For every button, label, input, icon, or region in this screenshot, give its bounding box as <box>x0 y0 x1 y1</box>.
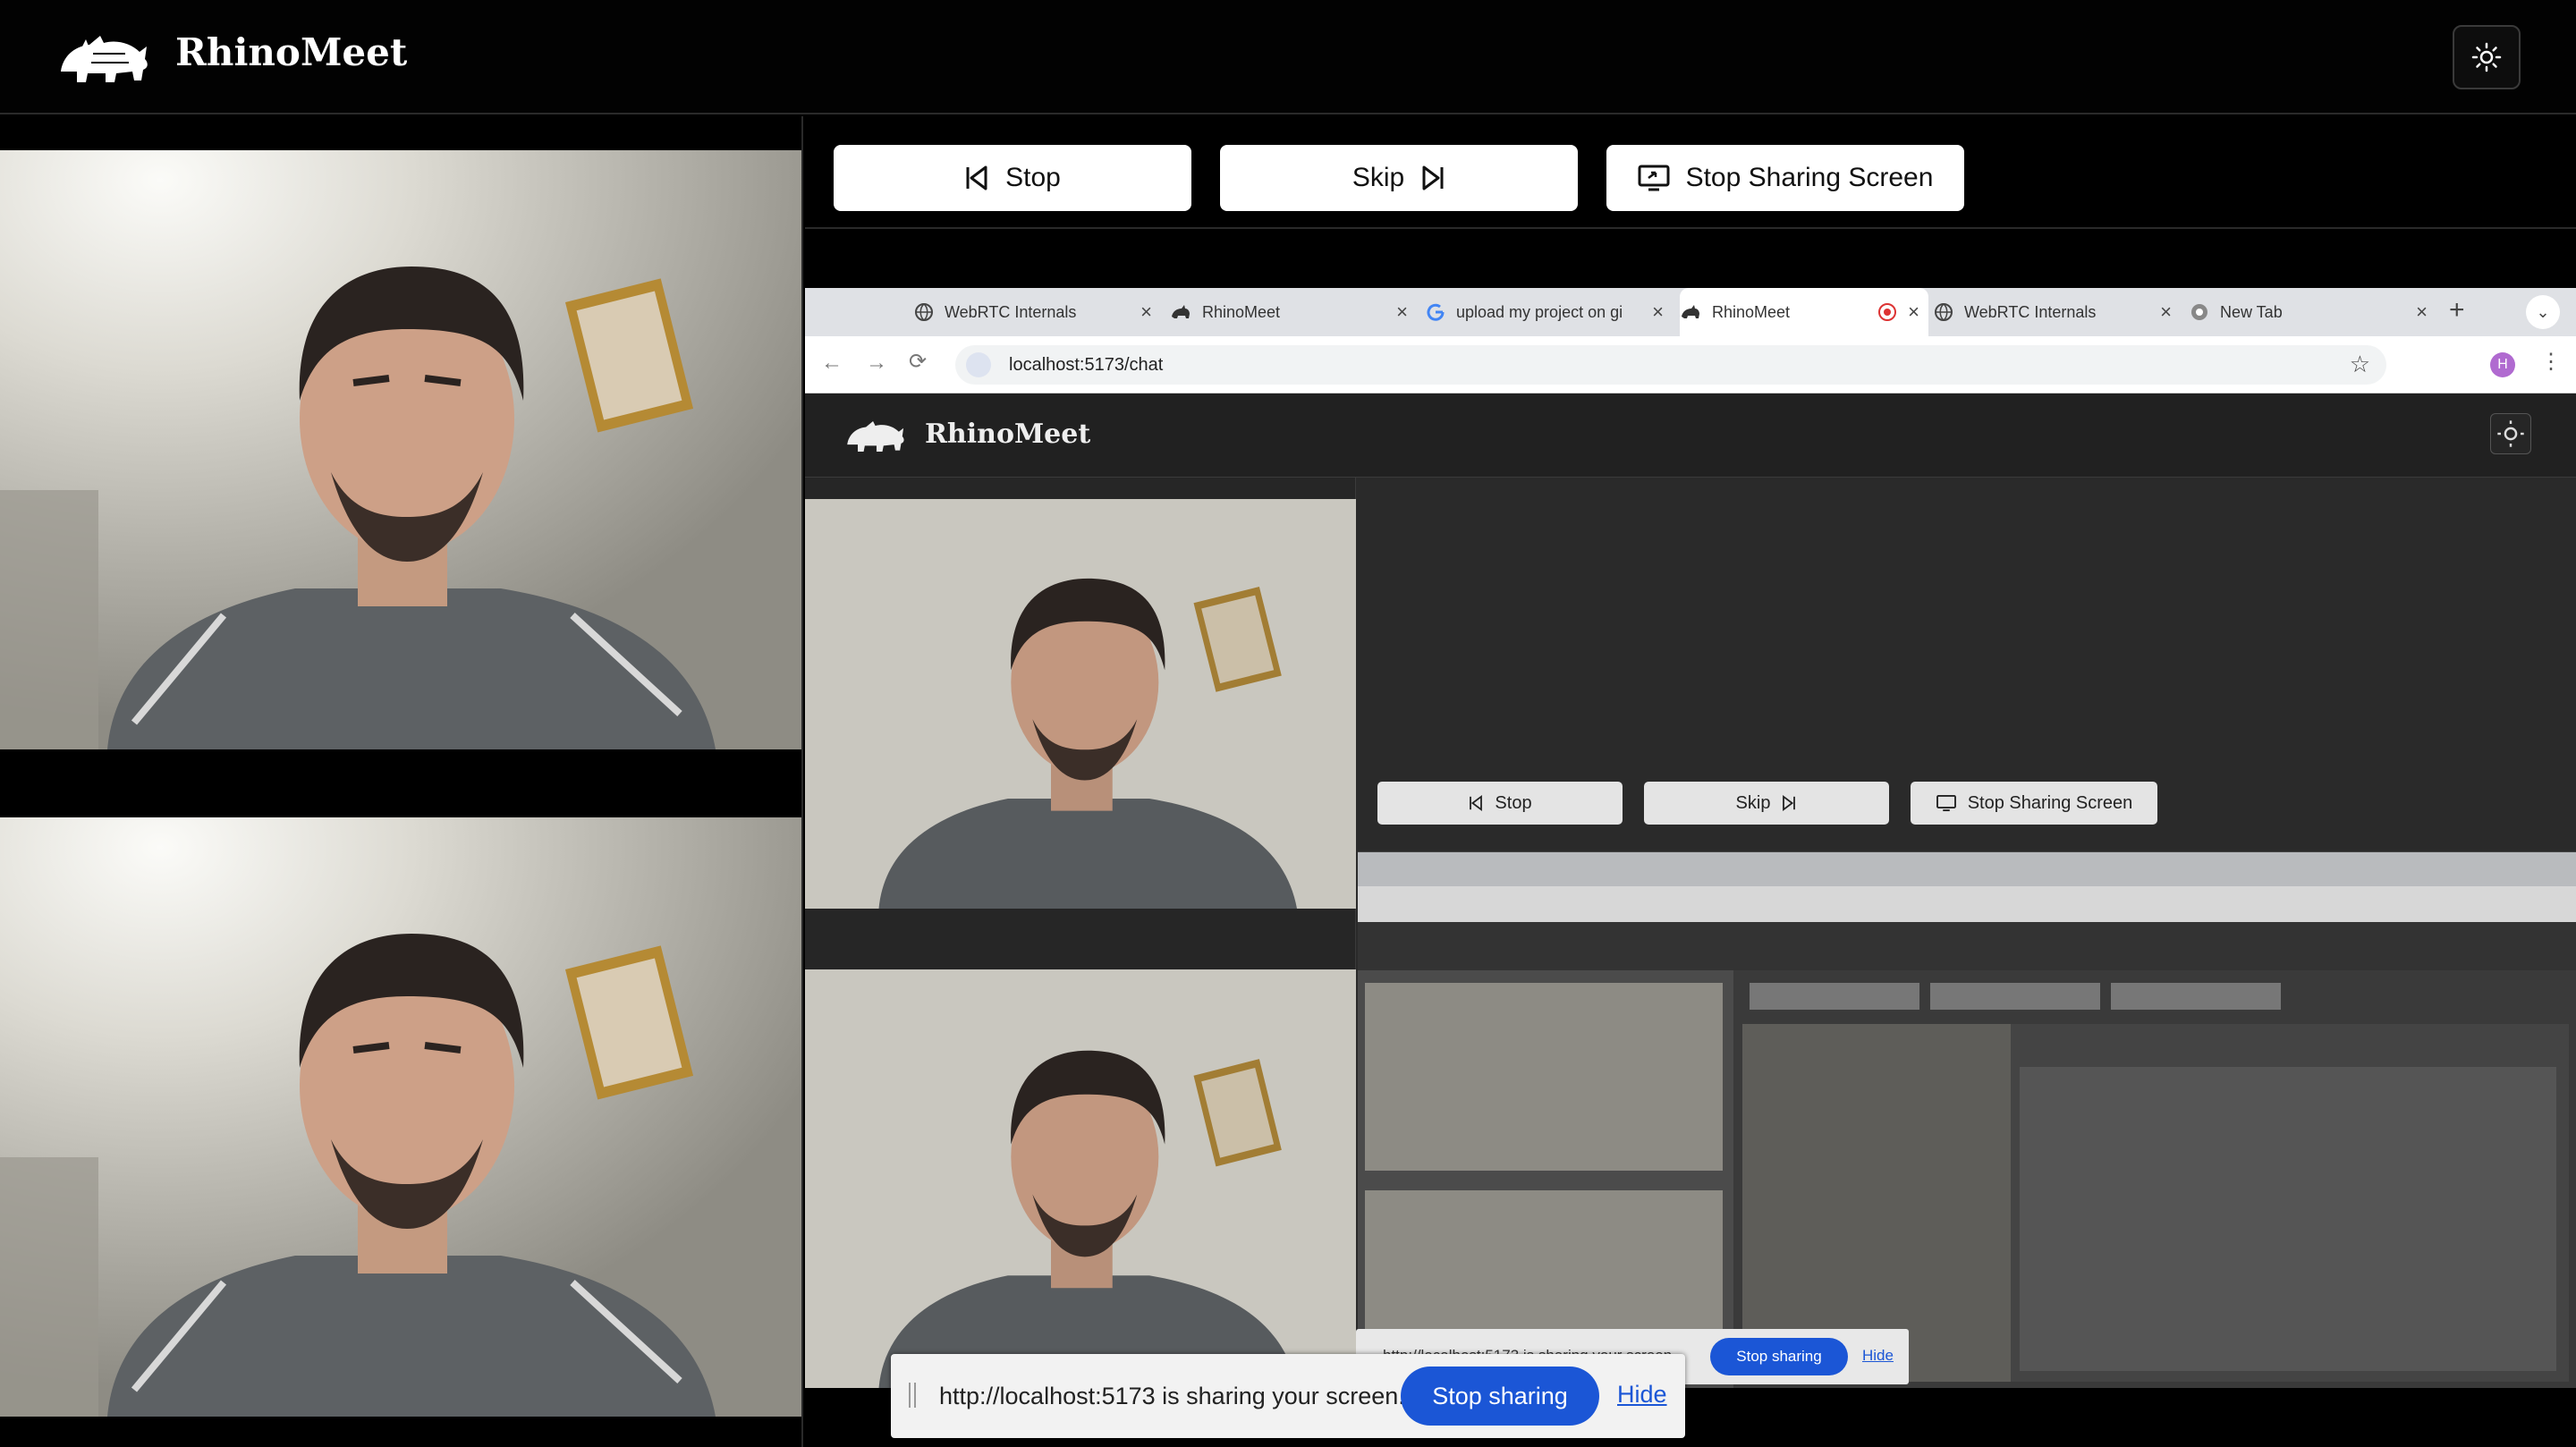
stop-button[interactable]: Stop <box>834 145 1191 211</box>
notification-text: http://localhost:5173 is sharing your sc… <box>939 1383 1405 1409</box>
browser-tab[interactable]: RhinoMeet × <box>1170 288 1417 336</box>
call-controls: Stop Skip Stop Sharing Screen <box>805 116 2576 229</box>
url-text: localhost:5173/chat <box>1009 355 1164 375</box>
close-tab-icon[interactable]: × <box>1908 300 1919 324</box>
captured-app-title: RhinoMeet <box>925 419 1091 450</box>
chrome-icon <box>2191 304 2207 320</box>
browser-tab-active[interactable]: RhinoMeet × <box>1680 288 1928 336</box>
profile-avatar[interactable]: H <box>2490 352 2515 377</box>
captured-skip-button: Skip <box>1644 782 1889 825</box>
browser-tab[interactable]: upload my project on gi × <box>1426 288 1673 336</box>
sun-icon <box>2497 420 2524 447</box>
tab-label: upload my project on gi <box>1456 302 1623 321</box>
captured-app-header: RhinoMeet <box>805 393 2576 478</box>
back-icon[interactable]: ← <box>821 351 843 376</box>
rhino-logo-icon <box>61 36 148 82</box>
app-header: RhinoMeet <box>0 0 2576 114</box>
google-icon <box>1427 303 1445 321</box>
sun-icon <box>2471 42 2502 72</box>
stop-sharing-label: Stop Sharing Screen <box>1685 163 1934 192</box>
skip-button-label: Skip <box>1352 163 1405 192</box>
browser-tab[interactable]: New Tab × <box>2190 288 2436 336</box>
site-info-icon[interactable] <box>966 352 991 377</box>
tab-label: WebRTC Internals <box>945 302 1077 321</box>
rhino-icon <box>1172 305 1190 318</box>
captured-stop-sharing-label: Stop Sharing Screen <box>1967 792 2133 813</box>
stop-sharing-screen-button[interactable]: Stop Sharing Screen <box>1606 145 1964 211</box>
browser-toolbar: ← → ⟳ localhost:5173/chat ☆ H ⋮ <box>805 336 2576 393</box>
browser-tab[interactable]: WebRTC Internals × <box>914 288 1161 336</box>
captured-local-video <box>805 969 1356 1388</box>
forward-icon[interactable]: → <box>866 351 887 376</box>
globe-icon <box>915 303 933 321</box>
screen-share-notification: http://localhost:5173 is sharing your sc… <box>891 1354 1685 1438</box>
hide-link[interactable]: Hide <box>1617 1381 1667 1409</box>
tab-label: New Tab <box>2220 302 2283 321</box>
captured-skip-label: Skip <box>1735 792 1771 813</box>
close-tab-icon[interactable]: × <box>1140 300 1152 324</box>
rhino-logo-icon <box>847 420 904 452</box>
skip-button[interactable]: Skip <box>1220 145 1578 211</box>
rhino-icon <box>1682 305 1699 318</box>
captured-rhinomeet-page: RhinoMeet Stop Skip Stop Sharing Screen … <box>805 393 2576 1388</box>
local-video <box>0 817 801 1417</box>
stop-sharing-button[interactable]: Stop sharing <box>1401 1367 1599 1426</box>
bookmark-star-icon[interactable]: ☆ <box>2350 351 2370 378</box>
video-column <box>0 116 803 1447</box>
skip-back-icon <box>1470 795 1483 811</box>
close-tab-icon[interactable]: × <box>2160 300 2172 324</box>
drag-handle-icon[interactable] <box>907 1381 918 1409</box>
screen-share-icon <box>1936 794 1956 812</box>
tab-label: WebRTC Internals <box>1964 302 2097 321</box>
captured-theme-toggle <box>2490 413 2531 454</box>
captured-hide-link: Hide <box>1862 1347 1894 1364</box>
skip-forward-icon <box>1422 165 1444 190</box>
globe-icon <box>1935 303 1953 321</box>
captured-stop-button: Stop <box>1377 782 1623 825</box>
remote-video <box>0 150 801 749</box>
browser-tab[interactable]: WebRTC Internals × <box>1934 288 2181 336</box>
captured-stop-label: Stop <box>1495 792 1532 813</box>
close-tab-icon[interactable]: × <box>1396 300 1408 324</box>
theme-toggle-button[interactable] <box>2453 25 2521 89</box>
browser-tab-bar: WebRTC Internals × RhinoMeet × upload my… <box>805 288 2576 336</box>
captured-video-column <box>805 478 1356 1388</box>
browser-menu-icon[interactable]: ⋮ <box>2540 349 2562 375</box>
recording-icon <box>1878 303 1896 321</box>
captured-remote-video <box>805 499 1356 909</box>
captured-stop-sharing-pill: Stop sharing <box>1710 1338 1848 1375</box>
stop-button-label: Stop <box>1005 163 1061 192</box>
tab-label: RhinoMeet <box>1712 302 1791 321</box>
captured-stop-sharing-button: Stop Sharing Screen <box>1911 782 2157 825</box>
reload-icon[interactable]: ⟳ <box>909 349 927 375</box>
tab-label: RhinoMeet <box>1202 302 1281 321</box>
close-tab-icon[interactable]: × <box>2416 300 2428 324</box>
address-bar[interactable]: localhost:5173/chat ☆ <box>955 345 2386 385</box>
app-title: RhinoMeet <box>175 30 408 74</box>
skip-back-icon <box>966 165 987 190</box>
skip-forward-icon <box>1783 795 1796 811</box>
new-tab-button[interactable]: + <box>2449 295 2465 326</box>
tab-search-button[interactable]: ⌄ <box>2526 295 2560 329</box>
nested-screen-capture <box>1358 851 2576 1388</box>
screen-share-icon <box>1638 165 1670 191</box>
shared-screen-view: WebRTC Internals × RhinoMeet × upload my… <box>805 288 2576 1388</box>
close-tab-icon[interactable]: × <box>1652 300 1664 324</box>
